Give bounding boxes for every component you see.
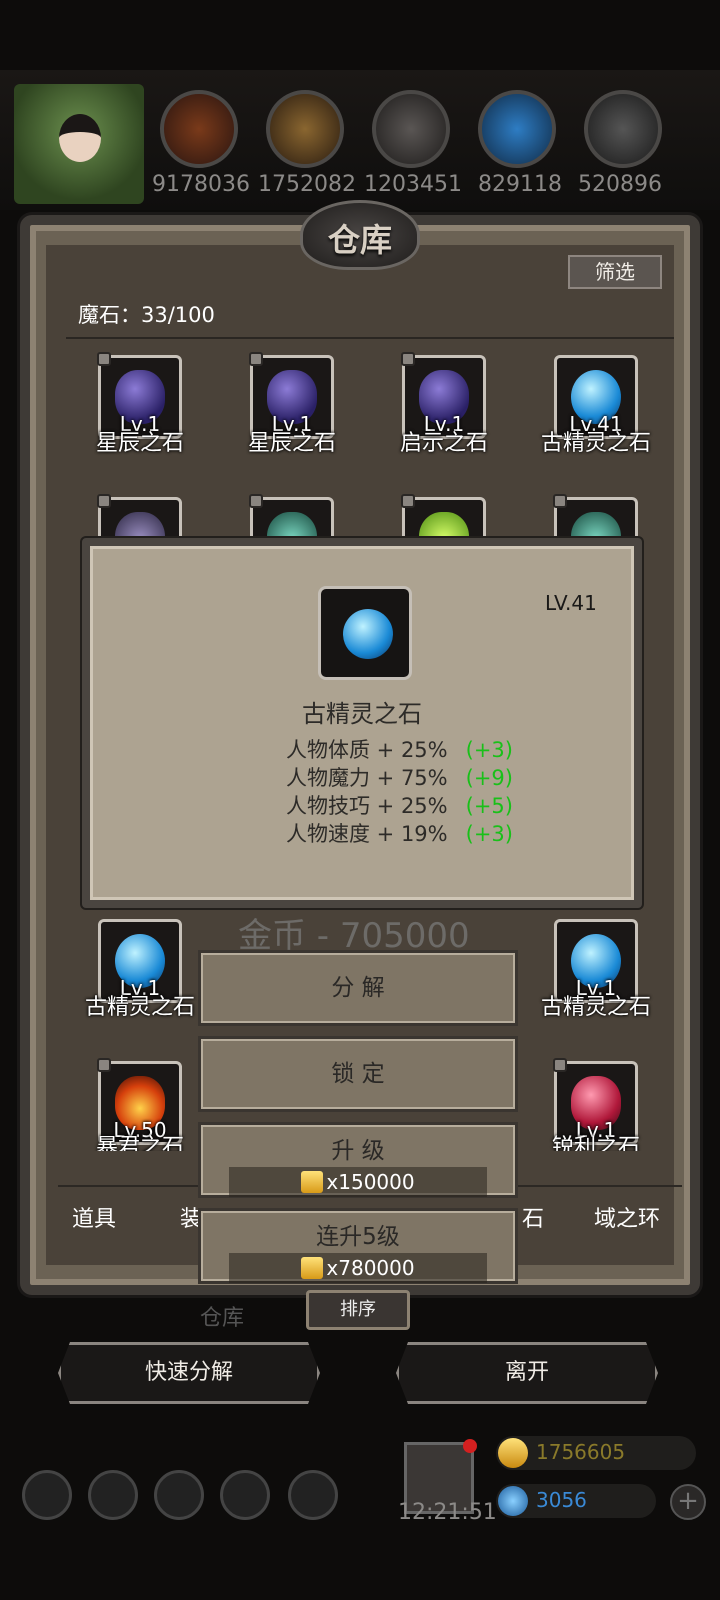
gem-currency: 3056 (496, 1484, 656, 1518)
card-level: LV.41 (545, 591, 597, 615)
lock-icon (553, 494, 567, 508)
stat-label: 人物技巧 + 25% (286, 794, 448, 818)
castle-icon[interactable] (154, 1470, 204, 1520)
gold-coin-icon (498, 1438, 528, 1468)
slot-name: 星辰之石 (247, 431, 336, 456)
crystal-icon[interactable] (478, 90, 556, 168)
slot-name: 暴君之石 (95, 1135, 184, 1151)
background-label: 仓库 (200, 1306, 245, 1331)
card-item-frame (318, 586, 412, 680)
divider (66, 337, 674, 339)
filter-button[interactable]: 筛选 (568, 255, 662, 289)
lock-icon (97, 352, 111, 366)
stat-label: 人物魔力 + 75% (286, 766, 448, 790)
slot-name: 古精灵之石 (84, 995, 195, 1020)
add-currency-button[interactable]: + (670, 1484, 706, 1520)
lock-icon (249, 352, 263, 366)
slot-name: 锐利之石 (551, 1135, 640, 1151)
avatar-face (59, 114, 101, 162)
lock-button[interactable]: 锁 定 (198, 1036, 518, 1112)
tab-stone[interactable]: 石 (522, 1201, 544, 1233)
tab-items[interactable]: 道具 (72, 1201, 116, 1233)
gold-currency: 1756605 (496, 1436, 696, 1470)
ore-icon[interactable] (160, 90, 238, 168)
resource-value-stone: 1203451 (364, 172, 462, 197)
trade-icon[interactable] (288, 1470, 338, 1520)
stat-line: 人物体质 + 25% (+3) (286, 734, 513, 764)
upgrade-5-button[interactable]: 连升5级 x780000 (198, 1208, 518, 1284)
upgrade-label: 升 级 (331, 1138, 385, 1164)
settings-icon[interactable] (22, 1470, 72, 1520)
clock: 12:21:51 (398, 1500, 497, 1525)
upgrade-button[interactable]: 升 级 x150000 (198, 1122, 518, 1198)
upgrade-5-cost: x780000 (229, 1253, 487, 1283)
mail-icon[interactable] (220, 1470, 270, 1520)
stat-line: 人物技巧 + 25% (+5) (286, 790, 513, 820)
card-item-name: 古精灵之石 (302, 700, 422, 728)
gold-coin-icon (301, 1171, 324, 1193)
lock-icon (401, 352, 415, 366)
stone-icon[interactable] (372, 90, 450, 168)
decompose-label: 分 解 (331, 975, 385, 1001)
tab-ring[interactable]: 域之环 (594, 1201, 660, 1233)
achievement-icon[interactable] (88, 1470, 138, 1520)
panel-title: 仓库 (327, 221, 392, 259)
gold-value: 1756605 (536, 1440, 626, 1464)
iron-icon[interactable] (584, 90, 662, 168)
gem-value: 3056 (536, 1488, 587, 1512)
lock-icon (401, 494, 415, 508)
resource-bar: 9178036 1752082 1203451 829118 520896 (0, 70, 720, 210)
stat-line: 人物魔力 + 75% (+9) (286, 762, 513, 792)
slot-name: 古精灵之石 (540, 995, 651, 1020)
stat-bonus: (+5) (465, 794, 513, 818)
stat-bonus: (+3) (465, 822, 513, 846)
lock-label: 锁 定 (331, 1061, 385, 1087)
notification-dot (463, 1439, 477, 1453)
upgrade-5-label: 连升5级 (316, 1224, 400, 1250)
wood-icon[interactable] (266, 90, 344, 168)
stat-bonus: (+9) (465, 766, 513, 790)
resource-value-crystal: 829118 (478, 172, 562, 197)
sort-button[interactable]: 排序 (306, 1290, 410, 1330)
resource-value-ore: 9178036 (152, 172, 250, 197)
upgrade-cost: x150000 (229, 1167, 487, 1197)
gold-coin-icon (301, 1257, 324, 1279)
stone-count: 魔石：33/100 (78, 303, 215, 327)
elf-stone-icon (343, 609, 393, 659)
lock-icon (249, 494, 263, 508)
decompose-button[interactable]: 分 解 (198, 950, 518, 1026)
player-avatar[interactable] (14, 84, 144, 204)
stat-bonus: (+3) (465, 738, 513, 762)
leave-button[interactable]: 离开 (396, 1342, 658, 1404)
title-plate: 仓库 (300, 200, 420, 270)
lock-icon (553, 1058, 567, 1072)
stat-label: 人物体质 + 25% (286, 738, 448, 762)
resource-value-wood: 1752082 (258, 172, 356, 197)
upgrade-5-cost-value: x780000 (326, 1256, 415, 1280)
slot-name: 古精灵之石 (540, 431, 651, 456)
quick-decompose-button[interactable]: 快速分解 (58, 1342, 320, 1404)
slot-name: 启示之石 (399, 431, 488, 456)
resource-value-iron: 520896 (578, 172, 662, 197)
item-detail-card: LV.41 古精灵之石 人物体质 + 25% (+3) 人物魔力 + 75% (+9… (82, 538, 642, 908)
slot-name: 星辰之石 (95, 431, 184, 456)
lock-icon (97, 1058, 111, 1072)
stat-line: 人物速度 + 19% (+3) (286, 818, 513, 848)
gem-icon (498, 1486, 528, 1516)
lock-icon (97, 494, 111, 508)
upgrade-cost-value: x150000 (326, 1170, 415, 1194)
stat-label: 人物速度 + 19% (286, 822, 448, 846)
